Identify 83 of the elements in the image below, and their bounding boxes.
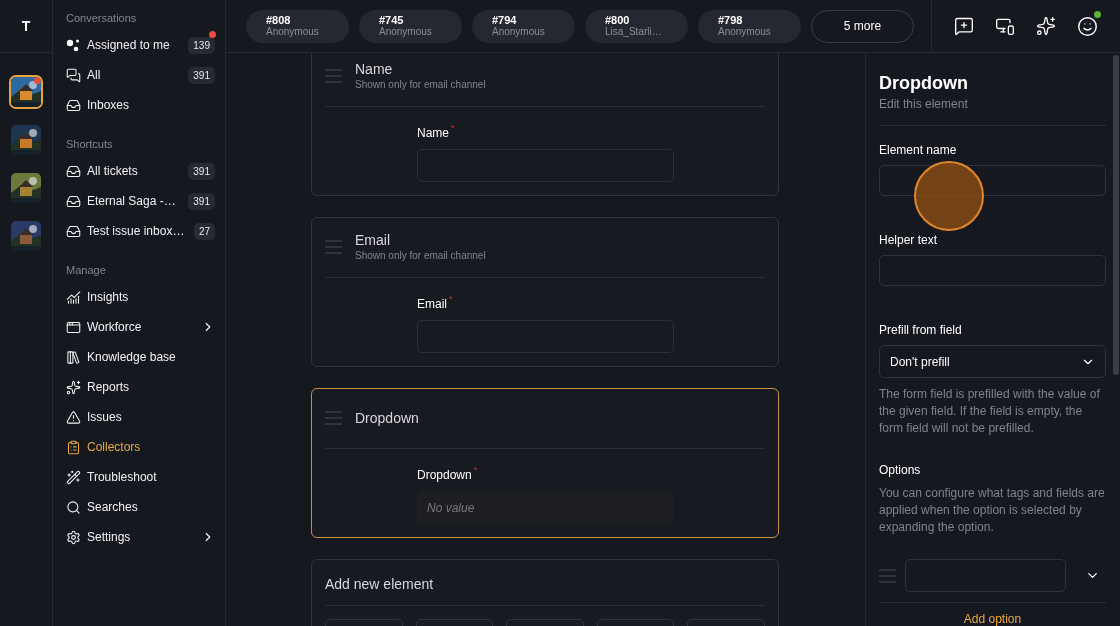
- sidebar-item[interactable]: Reports: [66, 372, 215, 402]
- ticket-tab[interactable]: #800 Lisa_Starli…: [585, 9, 688, 43]
- count-badge: 391: [188, 66, 215, 84]
- section-title: Options: [879, 463, 922, 477]
- sidebar-item[interactable]: Workforce: [66, 312, 215, 342]
- sparkle-icon[interactable]: [1035, 16, 1056, 36]
- count-badge: 27: [193, 222, 215, 240]
- dropdown-field[interactable]: No value: [417, 491, 674, 524]
- add-option-link[interactable]: Add option: [957, 611, 1028, 626]
- inbox-icon: [66, 97, 81, 113]
- section-heading: Conversations: [66, 12, 138, 24]
- devices-icon[interactable]: [995, 16, 1016, 36]
- sidebar-item[interactable]: Troubleshoot: [66, 462, 215, 492]
- dots-icon: [66, 37, 81, 53]
- sidebar-item[interactable]: Inboxes: [66, 90, 215, 120]
- drag-handle-icon[interactable]: [325, 410, 342, 425]
- count-badge: 391: [188, 192, 215, 210]
- sidebar-item[interactable]: Eternal Saga -… 391: [66, 186, 215, 216]
- workspace-avatar[interactable]: [9, 123, 43, 157]
- section-heading: Shortcuts: [66, 138, 114, 150]
- chart-icon: [66, 289, 81, 305]
- sidebar-item[interactable]: Knowledge base: [66, 342, 215, 372]
- field-label: Element name: [879, 143, 958, 157]
- hint-text: You can configure what tags and fields are applied when the option is selected by expanding the option.: [879, 485, 1106, 536]
- clipboard-icon: [66, 439, 81, 455]
- books-icon: [66, 349, 81, 365]
- ticket-tab[interactable]: #794 Anonymous: [472, 9, 575, 43]
- drag-handle-icon[interactable]: [325, 239, 342, 254]
- sidebar-item[interactable]: Settings: [66, 522, 215, 552]
- input-field[interactable]: [879, 255, 1106, 286]
- hint-text: The form field is prefilled with the value of the given field. If the field is empty, the form field will not be prefilled.: [879, 386, 1101, 437]
- form-element-card[interactable]: Email Shown only for email channel Email *: [311, 217, 779, 367]
- new-message-icon[interactable]: [954, 16, 975, 36]
- sidebar-item[interactable]: Assigned to me 139: [66, 30, 215, 60]
- required-mark: *: [451, 123, 455, 133]
- sidebar-item[interactable]: All 391: [66, 60, 215, 90]
- field-label: Dropdown: [417, 468, 472, 482]
- count-badge: 139: [188, 36, 215, 54]
- field-label: Helper text: [879, 233, 939, 247]
- prefill-select[interactable]: Don't prefill: [879, 345, 1106, 378]
- window-icon: [66, 319, 81, 335]
- count-badge: 391: [188, 162, 215, 180]
- chat-bubbles-icon: [66, 67, 81, 83]
- required-mark: *: [473, 465, 478, 475]
- wand-icon: [66, 469, 81, 485]
- ticket-tab[interactable]: #745 Anonymous: [359, 9, 462, 43]
- option-input[interactable]: [905, 559, 1066, 592]
- sidebar-item[interactable]: Insights: [66, 282, 215, 312]
- panel-title: Dropdown: [879, 73, 969, 94]
- inbox-icon: [66, 193, 81, 209]
- sidebar-item[interactable]: Test issue inbox… 27: [66, 216, 215, 246]
- search-icon: [66, 499, 81, 515]
- panel-subtitle: Edit this element: [879, 97, 1106, 126]
- sparkle-icon: [66, 379, 81, 395]
- element-title: Email: [355, 232, 391, 248]
- card-title: Add new element: [325, 560, 765, 606]
- field-label: Prefill from field: [879, 323, 963, 337]
- element-title: Dropdown: [355, 409, 419, 426]
- drag-handle-icon[interactable]: [879, 568, 896, 583]
- warning-icon: [66, 409, 81, 425]
- workspace-avatar[interactable]: [9, 171, 43, 205]
- workspace-avatar[interactable]: [9, 219, 43, 253]
- field-label: Email: [417, 297, 447, 311]
- inbox-icon: [66, 163, 81, 179]
- workspace-avatar[interactable]: [9, 75, 43, 109]
- settings-icon: [66, 529, 81, 545]
- form-element-card[interactable]: Name Shown only for email channel Name *: [311, 53, 779, 196]
- sidebar-item[interactable]: Issues: [66, 402, 215, 432]
- element-title: Name: [355, 61, 394, 77]
- drag-handle-icon[interactable]: [325, 68, 342, 83]
- required-mark: *: [449, 294, 453, 304]
- sidebar-item[interactable]: Searches: [66, 492, 215, 522]
- ticket-tab[interactable]: #808 Anonymous: [246, 9, 349, 43]
- section-heading: Manage: [66, 264, 107, 276]
- element-subtitle: Shown only for email channel: [355, 79, 486, 90]
- sidebar-item[interactable]: All tickets 391: [66, 156, 215, 186]
- form-element-card[interactable]: Dropdown Dropdown * No value: [311, 388, 779, 538]
- field-label: Name: [417, 126, 449, 140]
- sidebar-item[interactable]: Collectors: [66, 432, 215, 462]
- element-subtitle: Shown only for email channel: [355, 250, 486, 261]
- ticket-tab[interactable]: #798 Anonymous: [698, 9, 801, 43]
- inbox-icon: [66, 223, 81, 239]
- workspace-initial[interactable]: T: [21, 18, 31, 34]
